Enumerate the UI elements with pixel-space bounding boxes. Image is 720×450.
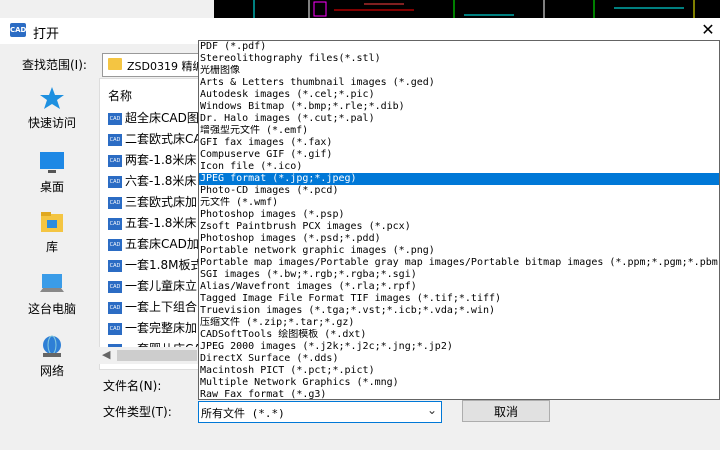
cad-file-icon: CAD (108, 238, 122, 251)
list-item[interactable]: CAD 超全床CAD图 (108, 109, 199, 129)
list-item[interactable]: CAD 二套欧式床CA (108, 130, 201, 150)
folder-icon (108, 58, 122, 70)
computer-icon (39, 272, 65, 296)
cad-file-icon: CAD (108, 175, 122, 188)
column-header-name[interactable]: 名称 (108, 87, 132, 104)
filetype-option[interactable]: 元文件 (*.wmf) (199, 197, 719, 209)
filetype-option[interactable]: Stereolithography files(*.stl) (199, 53, 719, 65)
cad-file-icon: CAD (108, 259, 122, 272)
list-item[interactable]: CAD 一套儿童床立 (108, 277, 197, 297)
place-this-pc[interactable]: 这台电脑 (14, 272, 90, 317)
list-item[interactable]: CAD 两套-1.8米床 (108, 151, 196, 171)
filetype-option[interactable]: JPEG 2000 images (*.j2k;*.j2c;*.jng;*.jp… (199, 341, 719, 353)
filetype-option[interactable]: Photo-CD images (*.pcd) (199, 185, 719, 197)
list-item[interactable]: CAD 五套床CAD加 (108, 235, 199, 255)
filetype-option[interactable]: Raw Fax format (*.g3) (199, 389, 719, 399)
file-list[interactable]: 名称 CAD 超全床CAD图 CAD 二套欧式床CA CAD 两套-1.8米床 CAD… (99, 78, 202, 370)
filetype-option[interactable]: GFI fax images (*.fax) (199, 137, 719, 149)
desktop-icon (39, 150, 65, 174)
scroll-left-icon[interactable]: ◀ (102, 348, 110, 361)
filetype-option[interactable]: Portable map images/Portable gray map im… (199, 257, 719, 269)
list-item[interactable]: CAD 三套欧式床加 (108, 193, 197, 213)
cad-app-icon: CAD (10, 23, 26, 37)
list-item[interactable]: CAD 一套1.8M板式 (108, 256, 201, 276)
filetype-option[interactable]: 增强型元文件 (*.emf) (199, 125, 719, 137)
filetype-option[interactable]: DirectX Surface (*.dds) (199, 353, 719, 365)
lookin-folder-name: ZSD0319 精编 (127, 60, 204, 73)
filetype-option[interactable]: PDF (*.pdf) (199, 41, 719, 53)
cad-file-icon: CAD (108, 322, 122, 335)
filetype-option[interactable]: CADSoftTools 绘图模板 (*.dxt) (199, 329, 719, 341)
close-icon[interactable]: ✕ (698, 20, 718, 40)
list-item[interactable]: CAD 一套上下组合 (108, 298, 197, 318)
filetype-option[interactable]: Macintosh PICT (*.pct;*.pict) (199, 365, 719, 377)
cad-file-icon: CAD (108, 154, 122, 167)
star-icon (39, 86, 65, 110)
place-quick-access[interactable]: 快速访问 (14, 86, 90, 131)
file-list-hscrollbar[interactable]: ◀ (99, 347, 200, 364)
filetype-label: 文件类型(T): (103, 405, 172, 419)
filetype-option[interactable]: Windows Bitmap (*.bmp;*.rle;*.dib) (199, 101, 719, 113)
filetype-select[interactable]: 所有文件 (*.*) ⌄ (198, 401, 442, 423)
filetype-option[interactable]: Dr. Halo images (*.cut;*.pal) (199, 113, 719, 125)
places-bar: 快速访问 桌面 库 这台电脑 网络 (14, 80, 94, 400)
scroll-thumb[interactable] (117, 350, 197, 361)
place-desktop[interactable]: 桌面 (14, 150, 90, 195)
place-label: 库 (45, 240, 58, 254)
cad-file-icon: CAD (108, 133, 122, 146)
filetype-option[interactable]: Photoshop images (*.psp) (199, 209, 719, 221)
filetype-option[interactable]: SGI images (*.bw;*.rgb;*.rgba;*.sgi) (199, 269, 719, 281)
network-icon (39, 334, 65, 358)
filetype-option[interactable]: Icon file (*.ico) (199, 161, 719, 173)
filetype-option[interactable]: Tagged Image File Format TIF images (*.t… (199, 293, 719, 305)
filetype-option[interactable]: JPEG format (*.jpg;*.jpeg) (199, 173, 719, 185)
list-item[interactable]: CAD 五套-1.8米床 (108, 214, 196, 234)
list-item[interactable]: CAD 六套-1.8米床 (108, 172, 196, 192)
place-label: 桌面 (39, 180, 64, 194)
list-item[interactable]: CAD 一套完整床加 (108, 319, 197, 339)
filetype-option[interactable]: Portable network graphic images (*.png) (199, 245, 719, 257)
filetype-option[interactable]: Compuserve GIF (*.gif) (199, 149, 719, 161)
lookin-label: 查找范围(I): (22, 58, 87, 72)
filetype-option[interactable]: 压缩文件 (*.zip;*.tar;*.gz) (199, 317, 719, 329)
place-library[interactable]: 库 (14, 210, 90, 255)
cad-file-icon: CAD (108, 196, 122, 209)
filetype-option[interactable]: Truevision images (*.tga;*.vst;*.icb;*.v… (199, 305, 719, 317)
filetype-dropdown-list[interactable]: PDF (*.pdf) Stereolithography files(*.stl… (198, 40, 720, 400)
filetype-option[interactable]: Arts & Letters thumbnail images (*.ged) (199, 77, 719, 89)
filetype-option[interactable]: Photoshop images (*.psd;*.pdd) (199, 233, 719, 245)
cancel-button[interactable]: 取消 (462, 400, 550, 422)
cad-file-icon: CAD (108, 280, 122, 293)
place-label: 网络 (39, 364, 64, 378)
place-network[interactable]: 网络 (14, 334, 90, 379)
filetype-option[interactable]: Zsoft Paintbrush PCX images (*.pcx) (199, 221, 719, 233)
cad-file-icon: CAD (108, 217, 122, 230)
place-label: 这台电脑 (27, 302, 76, 316)
filetype-option[interactable]: Alias/Wavefront images (*.rla;*.rpf) (199, 281, 719, 293)
library-icon (39, 210, 65, 234)
filetype-selected-value: 所有文件 (*.*) (201, 407, 285, 420)
chevron-down-icon[interactable]: ⌄ (427, 403, 437, 417)
cad-file-icon: CAD (108, 301, 122, 314)
filetype-option[interactable]: Autodesk images (*.cel;*.pic) (199, 89, 719, 101)
dialog-title: 打开 (33, 27, 60, 42)
cad-lines-graphic (214, 0, 720, 20)
background-cad-drawing (214, 0, 720, 20)
filetype-option[interactable]: Multiple Network Graphics (*.mng) (199, 377, 719, 389)
place-label: 快速访问 (27, 116, 76, 130)
filetype-option[interactable]: 光栅图像 (199, 65, 719, 77)
filename-label: 文件名(N): (103, 379, 162, 393)
cad-file-icon: CAD (108, 112, 122, 125)
